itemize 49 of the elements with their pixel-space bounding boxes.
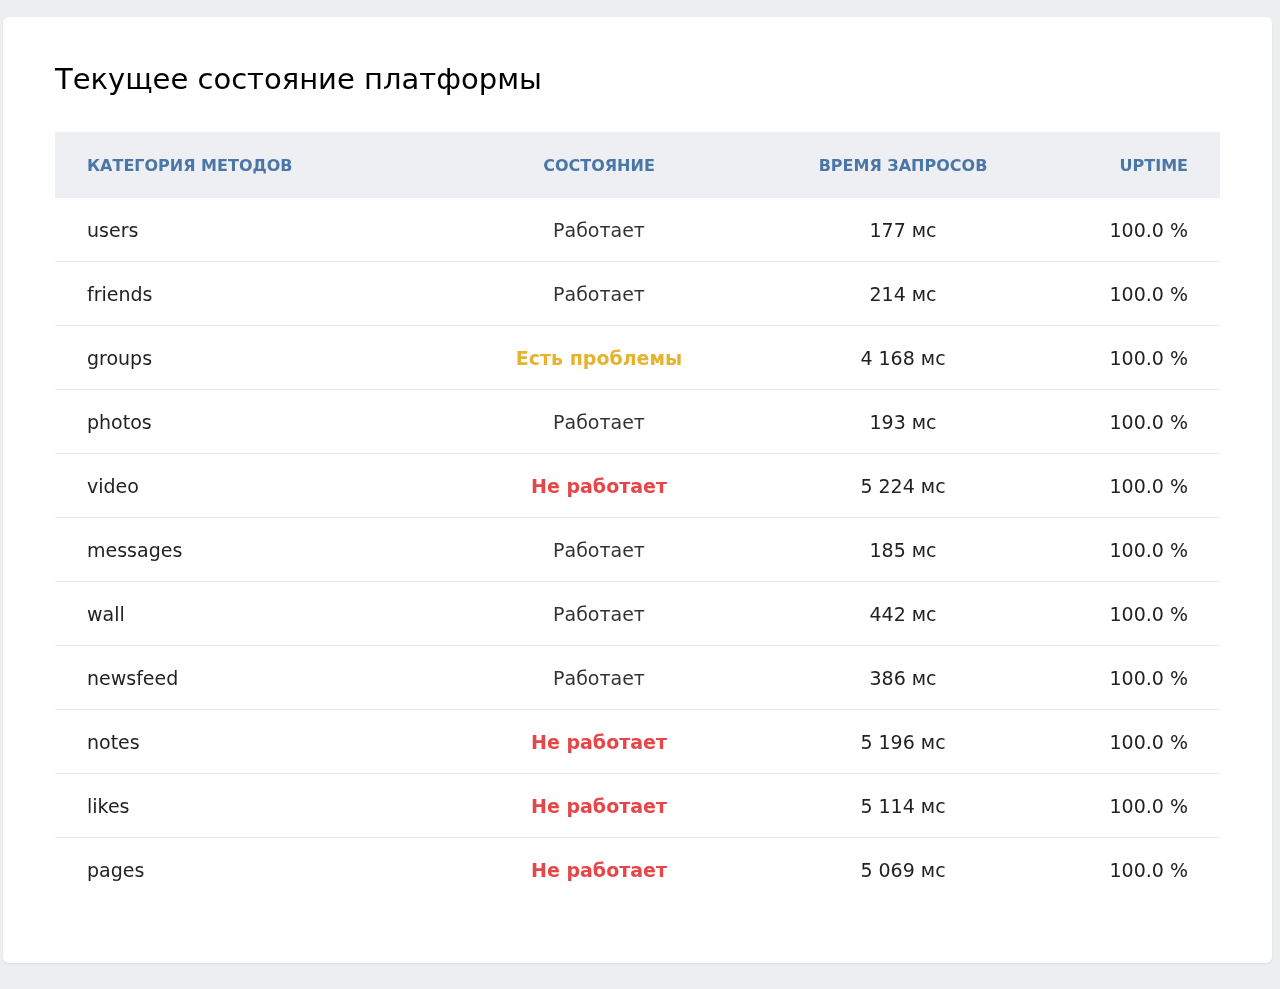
- category-cell: groups: [55, 325, 463, 390]
- time-cell: 193 мс: [735, 389, 1071, 454]
- uptime-cell: 100.0 %: [1071, 581, 1220, 646]
- status-cell: Работает: [463, 261, 735, 326]
- uptime-cell: 100.0 %: [1071, 517, 1220, 582]
- time-cell: 185 мс: [735, 517, 1071, 582]
- column-header: UPTIME: [1071, 132, 1220, 198]
- uptime-cell: 100.0 %: [1071, 325, 1220, 390]
- category-cell: pages: [55, 837, 463, 901]
- status-cell: Работает: [463, 389, 735, 454]
- time-cell: 5 114 мс: [735, 773, 1071, 838]
- category-cell: friends: [55, 261, 463, 326]
- time-cell: 5 069 мс: [735, 837, 1071, 901]
- time-cell: 214 мс: [735, 261, 1071, 326]
- column-header: КАТЕГОРИЯ МЕТОДОВ: [55, 132, 463, 198]
- uptime-cell: 100.0 %: [1071, 261, 1220, 326]
- category-cell: notes: [55, 709, 463, 774]
- time-cell: 177 мс: [735, 198, 1071, 262]
- status-cell: Не работает: [463, 453, 735, 518]
- page-title: Текущее состояние платформы: [55, 61, 543, 97]
- status-cell: Не работает: [463, 709, 735, 774]
- category-cell: photos: [55, 389, 463, 454]
- category-cell: likes: [55, 773, 463, 838]
- uptime-cell: 100.0 %: [1071, 645, 1220, 710]
- status-cell: Есть проблемы: [463, 325, 735, 390]
- status-cell: Работает: [463, 198, 735, 262]
- status-cell: Работает: [463, 645, 735, 710]
- uptime-cell: 100.0 %: [1071, 389, 1220, 454]
- time-cell: 442 мс: [735, 581, 1071, 646]
- column-header: ВРЕМЯ ЗАПРОСОВ: [735, 132, 1071, 198]
- status-cell: Работает: [463, 517, 735, 582]
- category-cell: users: [55, 198, 463, 262]
- time-cell: 5 224 мс: [735, 453, 1071, 518]
- uptime-cell: 100.0 %: [1071, 453, 1220, 518]
- category-cell: video: [55, 453, 463, 518]
- status-cell: Работает: [463, 581, 735, 646]
- time-cell: 4 168 мс: [735, 325, 1071, 390]
- time-cell: 386 мс: [735, 645, 1071, 710]
- status-cell: Не работает: [463, 773, 735, 838]
- category-cell: wall: [55, 581, 463, 646]
- uptime-cell: 100.0 %: [1071, 198, 1220, 262]
- time-cell: 5 196 мс: [735, 709, 1071, 774]
- uptime-cell: 100.0 %: [1071, 709, 1220, 774]
- category-cell: messages: [55, 517, 463, 582]
- uptime-cell: 100.0 %: [1071, 773, 1220, 838]
- status-cell: Не работает: [463, 837, 735, 901]
- uptime-cell: 100.0 %: [1071, 837, 1220, 901]
- category-cell: newsfeed: [55, 645, 463, 710]
- column-header: СОСТОЯНИЕ: [463, 132, 735, 198]
